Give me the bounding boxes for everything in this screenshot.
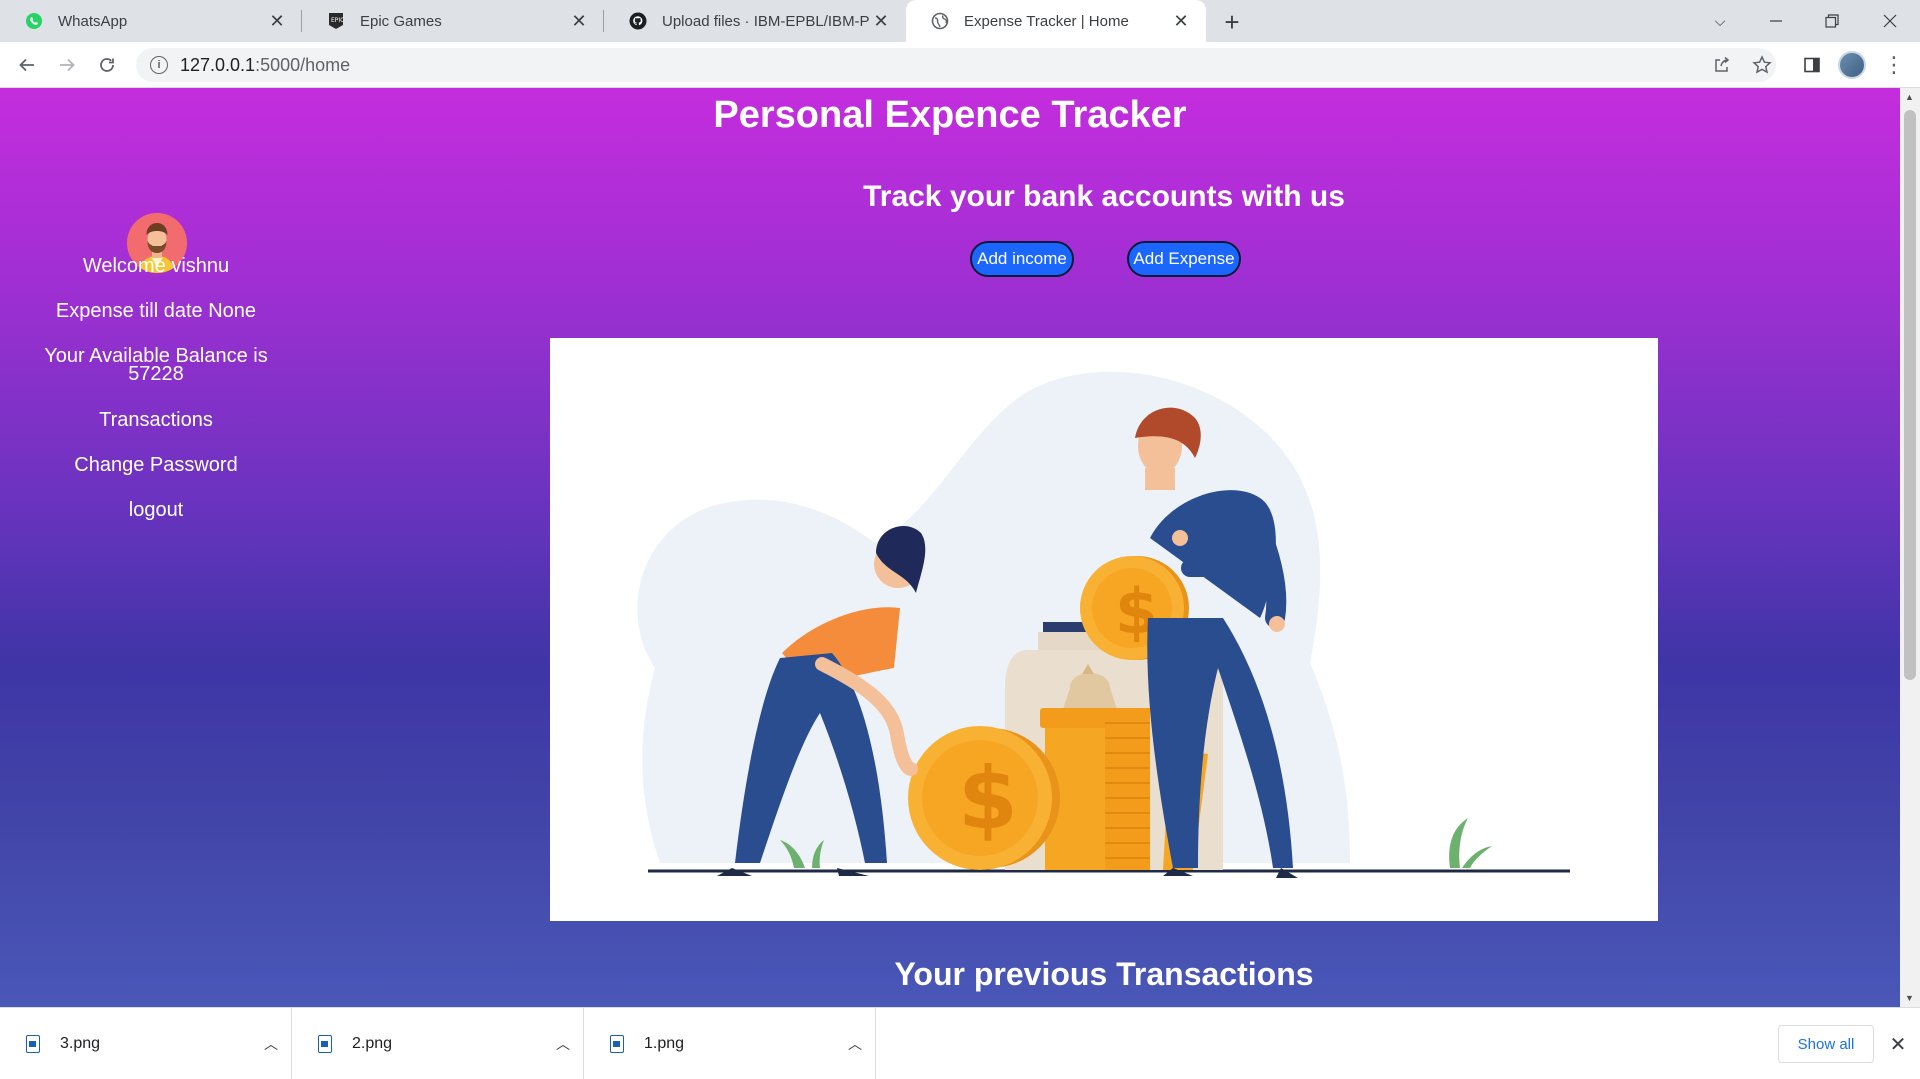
- tab-github-upload[interactable]: Upload files · IBM-EPBL/IBM-Proj ✕: [604, 0, 906, 42]
- tab-search-icon[interactable]: ⌵: [1692, 0, 1748, 42]
- download-filename: 2.png: [352, 1034, 393, 1052]
- scroll-up-icon[interactable]: ▲: [1905, 92, 1914, 102]
- download-item[interactable]: 1.png ︿: [584, 1008, 876, 1079]
- tab-title: Upload files · IBM-EPBL/IBM-Proj: [662, 12, 870, 30]
- tab-strip: WhatsApp ✕ EPIC Epic Games ✕ Upload file…: [0, 0, 1920, 42]
- tab-title: Epic Games: [360, 12, 442, 30]
- downloads-bar: 3.png ︿ 2.png ︿ 1.png ︿ Show all ✕: [0, 1007, 1920, 1079]
- balance-value: 57228: [128, 363, 184, 385]
- url-path: :5000/home: [255, 54, 351, 75]
- chevron-up-icon[interactable]: ︿: [251, 1034, 291, 1054]
- tab-title: WhatsApp: [58, 12, 128, 30]
- download-filename: 3.png: [60, 1034, 101, 1052]
- new-tab-button[interactable]: +: [1218, 7, 1246, 37]
- close-window-button[interactable]: [1862, 0, 1918, 42]
- tab-expense-tracker[interactable]: Expense Tracker | Home ✕: [906, 0, 1206, 42]
- hero-illustration: $ $: [550, 338, 1658, 921]
- forward-icon[interactable]: [51, 49, 83, 81]
- epic-games-icon: EPIC: [326, 11, 346, 31]
- whatsapp-icon: [24, 11, 44, 31]
- chevron-up-icon[interactable]: ︿: [543, 1034, 583, 1054]
- page-scrollbar[interactable]: ▲ ▼: [1900, 88, 1920, 1007]
- image-file-icon: [318, 1034, 332, 1053]
- sidebar-link-transactions[interactable]: Transactions: [30, 409, 282, 432]
- welcome-text: Welcome vishnu: [82, 255, 230, 277]
- tab-epic-games[interactable]: EPIC Epic Games ✕: [302, 0, 604, 42]
- previous-transactions-heading: Your previous Transactions: [894, 956, 1314, 992]
- image-file-icon: [26, 1034, 40, 1053]
- add-income-button[interactable]: Add income: [970, 241, 1074, 277]
- github-icon: [628, 11, 648, 31]
- globe-icon: [930, 11, 950, 31]
- minimize-button[interactable]: [1748, 0, 1804, 42]
- close-icon[interactable]: ✕: [266, 10, 288, 32]
- profile-avatar[interactable]: [1836, 49, 1868, 81]
- reload-icon[interactable]: [91, 49, 123, 81]
- section-subtitle: Track your bank accounts with us: [863, 180, 1345, 213]
- chevron-up-icon[interactable]: ︿: [835, 1034, 875, 1054]
- browser-toolbar: i 127.0.0.1:5000/home ⋮: [0, 42, 1920, 88]
- close-icon[interactable]: ✕: [870, 10, 892, 32]
- image-file-icon: [610, 1034, 624, 1053]
- back-icon[interactable]: [11, 49, 43, 81]
- restore-button[interactable]: [1804, 0, 1860, 42]
- expense-till-date: Expense till date None: [55, 300, 257, 322]
- svg-text:$: $: [958, 749, 1018, 849]
- download-item[interactable]: 2.png ︿: [292, 1008, 584, 1079]
- tab-title: Expense Tracker | Home: [964, 12, 1129, 30]
- close-icon[interactable]: ✕: [1170, 10, 1192, 32]
- savings-jar-illustration: $ $: [637, 371, 1570, 878]
- close-icon[interactable]: ✕: [568, 10, 590, 32]
- close-icon[interactable]: ✕: [1880, 1025, 1916, 1063]
- show-all-downloads-button[interactable]: Show all: [1778, 1025, 1874, 1063]
- sidebar-link-logout[interactable]: logout: [30, 499, 282, 522]
- sidebar-link-change-password[interactable]: Change Password: [30, 454, 282, 477]
- url-host: 127.0.0.1: [180, 54, 256, 75]
- add-expense-button[interactable]: Add Expense: [1127, 241, 1241, 277]
- bookmark-star-icon[interactable]: [1746, 49, 1778, 81]
- download-filename: 1.png: [644, 1034, 685, 1052]
- address-bar[interactable]: i 127.0.0.1:5000/home: [136, 48, 1776, 82]
- share-icon[interactable]: [1706, 49, 1738, 81]
- svg-text:EPIC: EPIC: [331, 17, 344, 24]
- page-title: Personal Expence Tracker: [713, 94, 1187, 136]
- scroll-down-icon[interactable]: ▼: [1905, 993, 1914, 1003]
- download-item[interactable]: 3.png ︿: [0, 1008, 292, 1079]
- menu-kebab-icon[interactable]: ⋮: [1878, 49, 1910, 81]
- scrollbar-thumb[interactable]: [1904, 110, 1916, 680]
- side-panel-icon[interactable]: [1796, 49, 1828, 81]
- site-info-icon[interactable]: i: [150, 56, 168, 74]
- page-body: Personal Expence Tracker Welcome vishnu …: [0, 88, 1900, 1007]
- tab-whatsapp[interactable]: WhatsApp ✕: [0, 0, 302, 42]
